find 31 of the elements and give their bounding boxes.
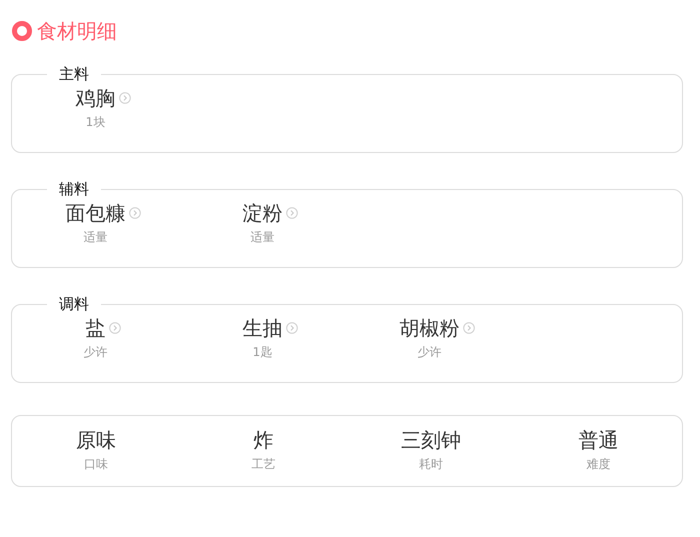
- summary-value: 普通: [578, 427, 618, 454]
- ingredient-name[interactable]: 淀粉: [242, 200, 282, 226]
- ingredient-name[interactable]: 盐: [86, 314, 106, 342]
- summary-value: 三刻钟: [400, 427, 461, 454]
- ingredient-amount: 适量: [84, 229, 108, 246]
- summary-label: 耗时: [418, 456, 443, 473]
- ingredient-amount: 1块: [86, 114, 106, 131]
- ingredient-name[interactable]: 鸡胸: [76, 84, 116, 112]
- group-label: 辅料: [58, 180, 90, 199]
- summary-label: 难度: [586, 456, 610, 473]
- group-label: 调料: [58, 295, 90, 314]
- ingredient-name[interactable]: 生抽: [242, 314, 282, 342]
- summary-value: 炸: [253, 427, 274, 454]
- summary-label: 口味: [84, 456, 108, 473]
- chevron-right-icon[interactable]: [128, 207, 140, 219]
- ingredient-amount: 适量: [250, 229, 274, 246]
- summary-label: 工艺: [251, 456, 276, 473]
- ingredient-amount: 1匙: [252, 344, 272, 361]
- ingredient-name[interactable]: 面包糠: [66, 200, 126, 226]
- group-label: 主料: [58, 65, 90, 84]
- chevron-right-icon[interactable]: [462, 322, 474, 334]
- chevron-right-icon[interactable]: [108, 322, 120, 334]
- chevron-right-icon[interactable]: [118, 92, 130, 104]
- chevron-right-icon[interactable]: [286, 207, 298, 219]
- section-title: 食材明细: [37, 18, 117, 44]
- ingredient-amount: 少许: [418, 344, 442, 361]
- chevron-right-icon[interactable]: [286, 322, 298, 334]
- ingredient-name[interactable]: 胡椒粉: [400, 314, 460, 342]
- ring-icon: [11, 20, 33, 42]
- summary-value: 原味: [76, 427, 116, 454]
- ingredient-amount: 少许: [84, 344, 108, 361]
